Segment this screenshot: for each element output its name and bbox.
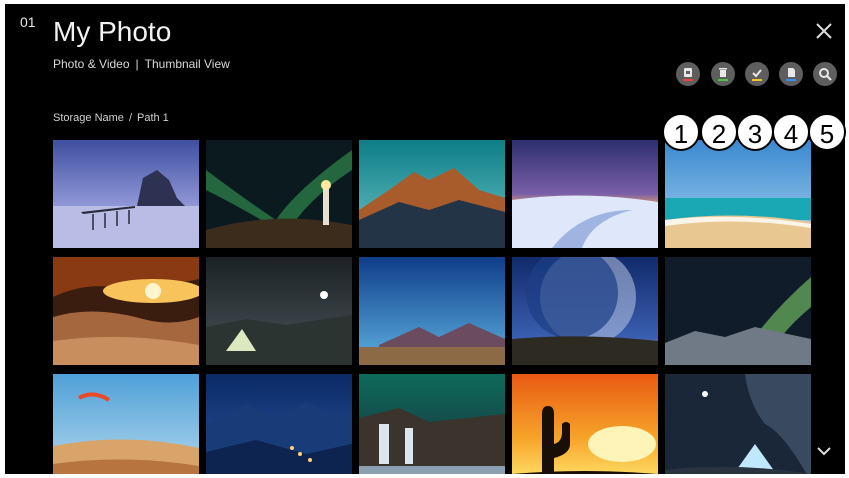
photo-thumbnail[interactable] [53,257,199,365]
play-on-device-button[interactable] [676,62,700,86]
delete-button[interactable] [711,62,735,86]
photo-thumbnail[interactable] [665,140,811,248]
photo-thumbnail[interactable] [665,374,811,474]
search-icon [819,68,832,81]
path-name[interactable]: Path 1 [137,112,169,124]
chevron-down-icon[interactable] [815,444,833,458]
subtitle: Photo & Video | Thumbnail View [53,57,230,71]
breadcrumb-separator: / [128,112,132,124]
view-mode-label: Thumbnail View [144,57,230,71]
photo-thumbnail[interactable] [53,140,199,248]
photo-thumbnail[interactable] [359,374,505,474]
photo-thumbnail[interactable] [206,374,352,474]
storage-name[interactable]: Storage Name [53,112,124,124]
callout-badge-5: 5 [808,113,846,151]
breadcrumb: Storage Name / Path 1 [53,112,169,124]
content-type-label: Photo & Video [53,57,130,71]
callout-number: 3 [747,119,763,149]
callout-number: 2 [711,119,727,149]
play-device-icon [683,68,693,81]
document-icon [786,68,796,81]
select-button[interactable] [745,62,769,86]
callout-badge-1: 1 [662,113,700,151]
close-icon[interactable] [815,22,833,40]
callout-badge-2: 2 [700,113,738,151]
photo-thumbnail[interactable] [512,257,658,365]
trash-icon [718,68,728,81]
search-button[interactable] [813,62,837,86]
photo-thumbnail[interactable] [206,140,352,248]
photo-thumbnail[interactable] [206,257,352,365]
callout-badge-3: 3 [736,113,774,151]
info-button[interactable] [779,62,803,86]
photo-thumbnail[interactable] [512,140,658,248]
subtitle-separator: | [135,57,139,71]
page-title: My Photo [53,16,172,47]
screen-number: 01 [20,14,36,30]
callout-number: 1 [673,119,689,149]
callout-number: 5 [819,119,835,149]
callout-number: 4 [783,119,799,149]
photo-thumbnail[interactable] [359,257,505,365]
photo-thumbnail[interactable] [359,140,505,248]
check-icon [752,69,762,81]
photo-thumbnail[interactable] [665,257,811,365]
photo-thumbnail[interactable] [512,374,658,474]
photo-app-screen: 01 My Photo Photo & Video | Thumbnail View… [5,4,845,474]
photo-thumbnail[interactable] [53,374,199,474]
callout-badge-4: 4 [772,113,810,151]
